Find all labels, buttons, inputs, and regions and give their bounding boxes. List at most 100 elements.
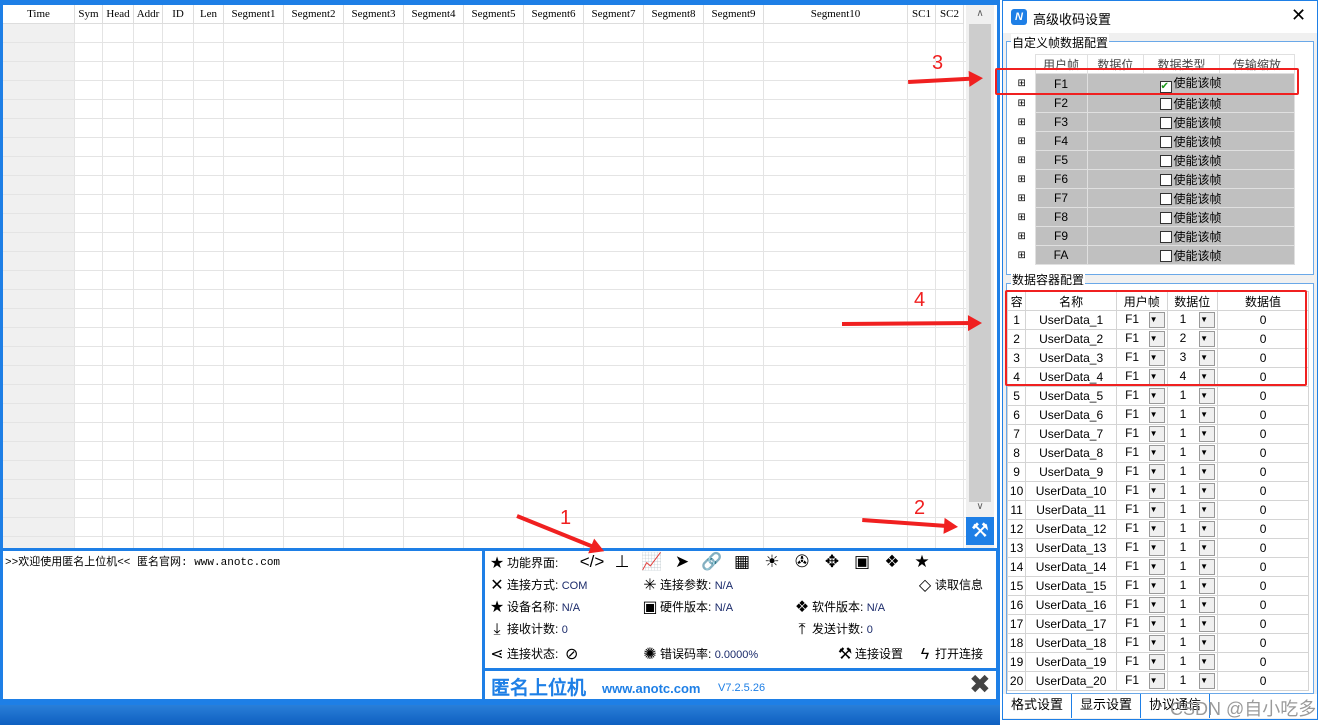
grid-row[interactable]	[3, 442, 966, 461]
grid-cell[interactable]	[584, 309, 644, 327]
frame-select[interactable]: F1 ▼	[1116, 614, 1168, 634]
grid-cell[interactable]	[75, 176, 103, 194]
grid-cell[interactable]	[584, 62, 644, 80]
grid-cell[interactable]	[103, 442, 134, 460]
grid-cell[interactable]	[75, 138, 103, 156]
grid-cell[interactable]	[584, 252, 644, 270]
grid-cell[interactable]	[163, 366, 194, 384]
grid-cell[interactable]	[464, 461, 524, 479]
column-header[interactable]: Len	[194, 5, 224, 23]
grid-cell[interactable]	[103, 480, 134, 498]
grid-cell[interactable]	[404, 423, 464, 441]
column-header[interactable]: SC2	[936, 5, 964, 23]
container-row[interactable]: 7 UserData_7 F1 ▼ 1 ▼ 0	[1006, 424, 1309, 444]
dropdown-arrow-icon[interactable]: ▼	[1148, 597, 1165, 613]
grid-cell[interactable]	[224, 309, 284, 327]
grid-cell[interactable]	[134, 366, 163, 384]
grid-cell[interactable]	[284, 328, 344, 346]
grid-cell[interactable]	[194, 404, 224, 422]
container-name[interactable]: UserData_20	[1025, 671, 1118, 691]
dropdown-arrow-icon[interactable]: ▼	[1148, 521, 1165, 537]
move-icon[interactable]: ✥	[817, 553, 847, 571]
grid-cell[interactable]	[936, 537, 964, 548]
grid-row[interactable]	[3, 176, 966, 195]
grid-cell[interactable]	[464, 518, 524, 536]
grid-cell[interactable]	[584, 176, 644, 194]
grid-cell[interactable]	[75, 442, 103, 460]
grid-cell[interactable]	[404, 480, 464, 498]
grid-cell[interactable]	[163, 271, 194, 289]
grid-cell[interactable]	[194, 423, 224, 441]
container-row[interactable]: 8 UserData_8 F1 ▼ 1 ▼ 0	[1006, 443, 1309, 463]
grid-cell[interactable]	[194, 328, 224, 346]
grid-cell[interactable]	[75, 499, 103, 517]
grid-cell[interactable]	[284, 518, 344, 536]
container-row[interactable]: 9 UserData_9 F1 ▼ 1 ▼ 0	[1006, 462, 1309, 482]
grid-cell[interactable]	[224, 480, 284, 498]
grid-cell[interactable]	[75, 404, 103, 422]
grid-cell[interactable]	[464, 290, 524, 308]
grid-cell[interactable]	[764, 271, 908, 289]
grid-cell[interactable]	[644, 537, 704, 548]
grid-cell[interactable]	[908, 119, 936, 137]
grid-cell[interactable]	[644, 518, 704, 536]
grid-cell[interactable]	[224, 214, 284, 232]
grid-cell[interactable]	[134, 537, 163, 548]
grid-cell[interactable]	[224, 233, 284, 251]
grid-cell[interactable]	[284, 119, 344, 137]
star-icon[interactable]: ★	[907, 553, 937, 571]
grid-cell[interactable]	[344, 404, 404, 422]
container-row[interactable]: 12 UserData_12 F1 ▼ 1 ▼ 0	[1006, 519, 1309, 539]
grid-cell[interactable]	[134, 138, 163, 156]
grid-row[interactable]	[3, 138, 966, 157]
grid-cell[interactable]	[163, 157, 194, 175]
grid-cell[interactable]	[75, 195, 103, 213]
grid-cell[interactable]	[194, 233, 224, 251]
grid-cell[interactable]	[194, 309, 224, 327]
data-grid[interactable]: Time Sym Head Addr ID Len Segment1 Segment2 Segm…	[3, 5, 997, 548]
grid-cell[interactable]	[163, 100, 194, 118]
grid-cell[interactable]	[163, 214, 194, 232]
grid-cell[interactable]	[134, 518, 163, 536]
dropdown-arrow-icon[interactable]: ▼	[1199, 578, 1216, 594]
grid-cell[interactable]	[404, 138, 464, 156]
grid-cell[interactable]	[344, 309, 404, 327]
dropdown-arrow-icon[interactable]: ▼	[1199, 616, 1216, 632]
grid-cell[interactable]	[464, 385, 524, 403]
frame-select[interactable]: F1 ▼	[1116, 500, 1168, 520]
grid-cell[interactable]	[163, 43, 194, 61]
grid-cell[interactable]	[284, 366, 344, 384]
scroll-down-icon[interactable]: ∨	[966, 501, 994, 512]
grid-cell[interactable]	[644, 404, 704, 422]
grid-cell[interactable]	[764, 157, 908, 175]
dropdown-arrow-icon[interactable]: ▼	[1148, 502, 1165, 518]
bit-select[interactable]: 1 ▼	[1166, 481, 1219, 501]
grid-cell[interactable]	[284, 442, 344, 460]
grid-cell[interactable]	[464, 309, 524, 327]
grid-cell[interactable]	[584, 195, 644, 213]
grid-cell[interactable]	[644, 62, 704, 80]
grid-cell[interactable]	[134, 309, 163, 327]
grid-cell[interactable]	[764, 24, 908, 42]
grid-cell[interactable]	[194, 290, 224, 308]
grid-cell[interactable]	[584, 518, 644, 536]
grid-cell[interactable]	[524, 347, 584, 365]
grid-cell[interactable]	[704, 480, 764, 498]
grid-cell[interactable]	[194, 366, 224, 384]
grid-cell[interactable]	[704, 100, 764, 118]
grid-cell[interactable]	[764, 537, 908, 548]
grid-cell[interactable]	[75, 100, 103, 118]
grid-cell[interactable]	[224, 252, 284, 270]
grid-cell[interactable]	[584, 385, 644, 403]
bit-select[interactable]: 1 ▼	[1166, 652, 1219, 672]
grid-cell[interactable]	[134, 347, 163, 365]
grid-cell[interactable]	[75, 309, 103, 327]
bit-select[interactable]: 1 ▼	[1166, 671, 1219, 691]
grid-cell[interactable]	[163, 385, 194, 403]
send-icon[interactable]: ➤	[667, 553, 697, 571]
grid-cell[interactable]	[404, 309, 464, 327]
grid-cell[interactable]	[524, 24, 584, 42]
frame-select[interactable]: F1 ▼	[1116, 386, 1168, 406]
grid-cell[interactable]	[103, 233, 134, 251]
grid-cell[interactable]	[344, 347, 404, 365]
